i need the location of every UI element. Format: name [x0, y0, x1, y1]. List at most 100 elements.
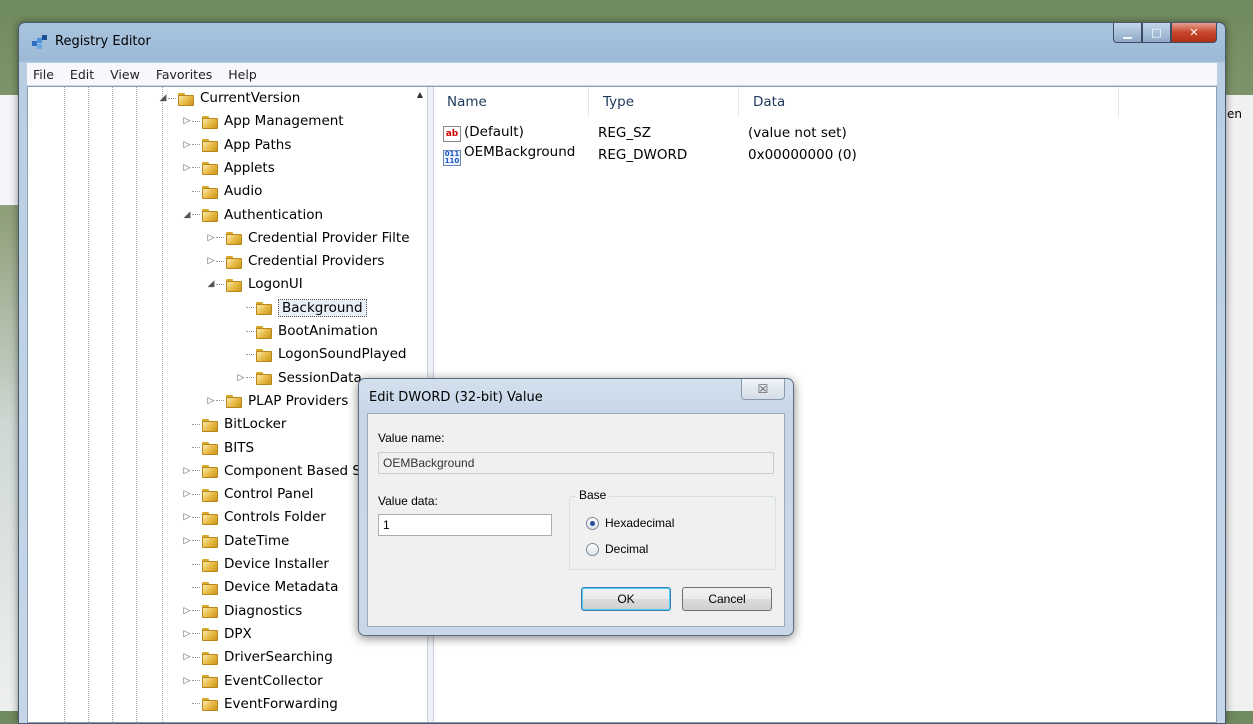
tree-node[interactable]: ▷ App Management [182, 110, 344, 132]
tree-node[interactable]: BitLocker [182, 413, 286, 435]
maximize-button[interactable]: □ [1142, 23, 1171, 43]
tree-node[interactable]: ▷ EventCollector [182, 670, 323, 692]
tree-node[interactable]: ◢ CurrentVersion [158, 87, 301, 109]
collapsed-arrow-icon[interactable]: ▷ [182, 536, 192, 546]
collapsed-arrow-icon[interactable]: ▷ [182, 116, 192, 126]
tree-node[interactable]: EventForwarding [182, 693, 338, 715]
tree-node[interactable]: ◢ Authentication [182, 204, 324, 226]
tree-node-label: Control Panel [224, 486, 314, 503]
tree-node[interactable]: Audio [182, 180, 262, 202]
caption-buttons: ▁ □ ✕ [1113, 23, 1217, 43]
decimal-label: Decimal [605, 542, 649, 556]
tree-node-label: Authentication [224, 206, 324, 223]
collapsed-arrow-icon[interactable]: ▷ [182, 652, 192, 662]
collapsed-arrow-icon[interactable]: ▷ [206, 256, 216, 266]
tree-node[interactable]: ▷ Component Based S [182, 460, 361, 482]
value-data-input[interactable] [378, 514, 552, 536]
tree-connector [192, 423, 200, 425]
collapsed-arrow-icon[interactable]: ▷ [182, 512, 192, 522]
tree-node[interactable]: ▷ DPX [182, 623, 252, 645]
tree-node[interactable]: ▷ App Paths [182, 134, 292, 156]
tree-node[interactable]: ▷ DateTime [182, 530, 290, 552]
tree-node-label: LogonSoundPlayed [278, 346, 407, 363]
tree-node-label: Background [278, 298, 367, 317]
dialog-body: Value name: Value data: Base Hexadecimal… [367, 413, 785, 627]
registry-editor-icon [32, 35, 47, 49]
tree-node[interactable]: ▷ Credential Provider Filte [206, 227, 410, 249]
title-bar[interactable]: Registry Editor ▁ □ ✕ [19, 23, 1225, 61]
collapsed-arrow-icon[interactable]: ▷ [182, 489, 192, 499]
cancel-button[interactable]: Cancel [682, 587, 772, 611]
tree-connector [192, 586, 200, 588]
close-button[interactable]: ✕ [1171, 23, 1217, 43]
collapsed-arrow-icon[interactable]: ▷ [182, 466, 192, 476]
folder-icon [202, 137, 218, 153]
menu-view[interactable]: View [110, 67, 140, 82]
tree-node[interactable]: LogonSoundPlayed [236, 343, 406, 365]
tree-node[interactable]: BootAnimation [236, 320, 378, 342]
value-name: (Default) [464, 124, 524, 140]
collapsed-arrow-icon[interactable]: ▷ [206, 396, 216, 406]
tree-node[interactable]: ◢ LogonUI [206, 273, 303, 295]
tree-scroll-up-arrow[interactable]: ▲ [414, 87, 426, 101]
collapsed-arrow-icon[interactable]: ▷ [182, 140, 192, 150]
tree-node[interactable]: Background [236, 297, 367, 319]
tree-node[interactable]: ▷ Credential Providers [206, 250, 385, 272]
collapsed-arrow-icon[interactable]: ▷ [182, 629, 192, 639]
tree-node-label: App Paths [224, 136, 292, 153]
menu-help[interactable]: Help [228, 67, 257, 82]
collapsed-arrow-icon[interactable]: ▷ [182, 606, 192, 616]
folder-icon [202, 580, 218, 595]
column-header-name[interactable]: Name [433, 87, 589, 117]
menu-favorites[interactable]: Favorites [156, 67, 212, 82]
folder-icon [202, 673, 218, 688]
tree-node[interactable]: ▷ Controls Folder [182, 506, 326, 528]
close-icon: ☒ [757, 382, 769, 396]
collapsed-arrow-icon[interactable]: ▷ [182, 676, 192, 686]
collapsed-arrow-icon[interactable]: ▷ [182, 163, 192, 173]
tree-node[interactable]: ▷ Diagnostics [182, 600, 303, 622]
tree-node[interactable]: BITS [182, 437, 254, 459]
value-data-label: Value data: [378, 494, 438, 508]
value-data: 0x00000000 (0) [748, 147, 857, 163]
tree-node-label: PLAP Providers [248, 392, 349, 409]
tree-node-label: App Management [224, 113, 344, 130]
tree-node[interactable]: Device Installer [182, 553, 329, 575]
tree-node[interactable]: ▷ SessionData [236, 367, 362, 389]
dialog-close-button[interactable]: ☒ [741, 379, 785, 400]
column-header-type[interactable]: Type [589, 87, 739, 117]
tree-node[interactable]: ▷ Applets [182, 157, 275, 179]
tree-node-label: DriverSearching [224, 649, 333, 666]
tree-node-label: EventCollector [224, 672, 323, 689]
hexadecimal-radio[interactable]: Hexadecimal [586, 516, 674, 530]
folder-icon [202, 160, 218, 176]
tree-node-label: Diagnostics [224, 602, 303, 619]
value-name-field[interactable] [378, 452, 774, 474]
tree-node[interactable]: ▷ PLAP Providers [206, 390, 349, 412]
expanded-arrow-icon[interactable]: ◢ [206, 279, 216, 289]
tree-guide [136, 87, 137, 722]
tree-node[interactable]: ▷ DriverSearching [182, 646, 333, 668]
folder-icon [256, 300, 272, 316]
folder-icon [226, 277, 242, 292]
ok-button[interactable]: OK [581, 587, 671, 611]
tree-connector [192, 167, 200, 169]
folder-icon [202, 696, 218, 712]
menu-file[interactable]: File [33, 67, 54, 82]
value-name: OEMBackground [464, 144, 576, 160]
expanded-arrow-icon[interactable]: ◢ [158, 93, 168, 103]
collapsed-arrow-icon[interactable]: ▷ [236, 373, 246, 383]
minimize-button[interactable]: ▁ [1113, 23, 1142, 43]
base-label: Base [576, 488, 610, 502]
decimal-radio[interactable]: Decimal [586, 542, 648, 556]
collapsed-arrow-icon[interactable]: ▷ [206, 233, 216, 243]
tree-node[interactable]: ▷ Control Panel [182, 483, 314, 505]
folder-icon [202, 487, 218, 502]
tree-node[interactable]: Device Metadata [182, 576, 338, 598]
tree-connector [168, 97, 176, 99]
column-header-data[interactable]: Data [739, 87, 1119, 117]
tree-connector [216, 260, 224, 262]
folder-icon [202, 440, 218, 455]
menu-edit[interactable]: Edit [70, 67, 94, 82]
expanded-arrow-icon[interactable]: ◢ [182, 210, 192, 220]
